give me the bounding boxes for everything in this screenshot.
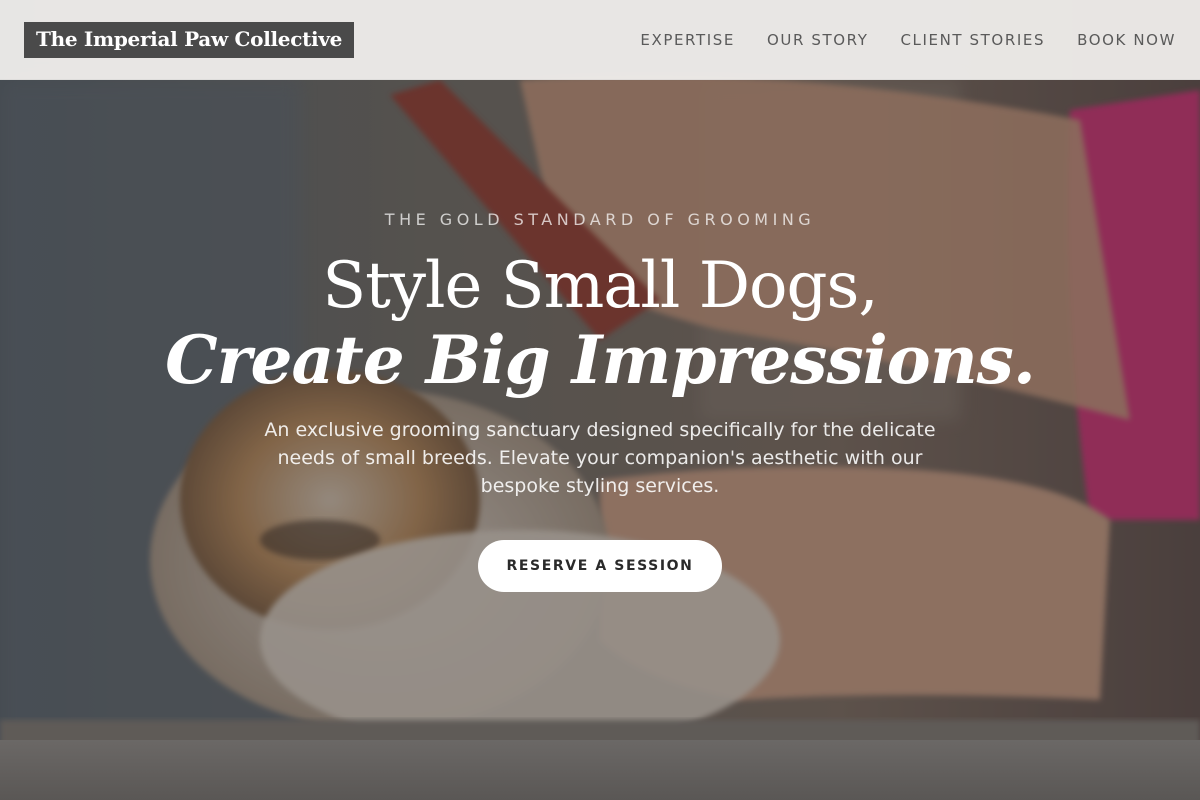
nav-item-expertise[interactable]: EXPERTISE — [640, 31, 735, 49]
nav-item-book-now[interactable]: BOOK NOW — [1077, 31, 1176, 49]
hero-section: THE GOLD STANDARD OF GROOMING Style Smal… — [0, 80, 1200, 740]
hero-headline-line1: Style Small Dogs, — [322, 249, 878, 323]
site-header: The Imperial Paw Collective EXPERTISE OU… — [0, 0, 1200, 80]
hero-headline-line2: Create Big Impressions. — [165, 321, 1036, 399]
hero-eyebrow: THE GOLD STANDARD OF GROOMING — [384, 210, 816, 229]
reserve-session-button[interactable]: RESERVE A SESSION — [478, 540, 722, 592]
hero-description: An exclusive grooming sanctuary designed… — [264, 419, 936, 497]
nav-item-our-story[interactable]: OUR STORY — [767, 31, 869, 49]
brand-logo[interactable]: The Imperial Paw Collective — [24, 21, 355, 58]
bottom-section-edge — [0, 740, 1200, 800]
hero-headline: Style Small Dogs, Create Big Impressions… — [0, 248, 1200, 396]
nav-item-client-stories[interactable]: CLIENT STORIES — [900, 31, 1045, 49]
main-nav: EXPERTISE OUR STORY CLIENT STORIES BOOK … — [640, 31, 1176, 49]
